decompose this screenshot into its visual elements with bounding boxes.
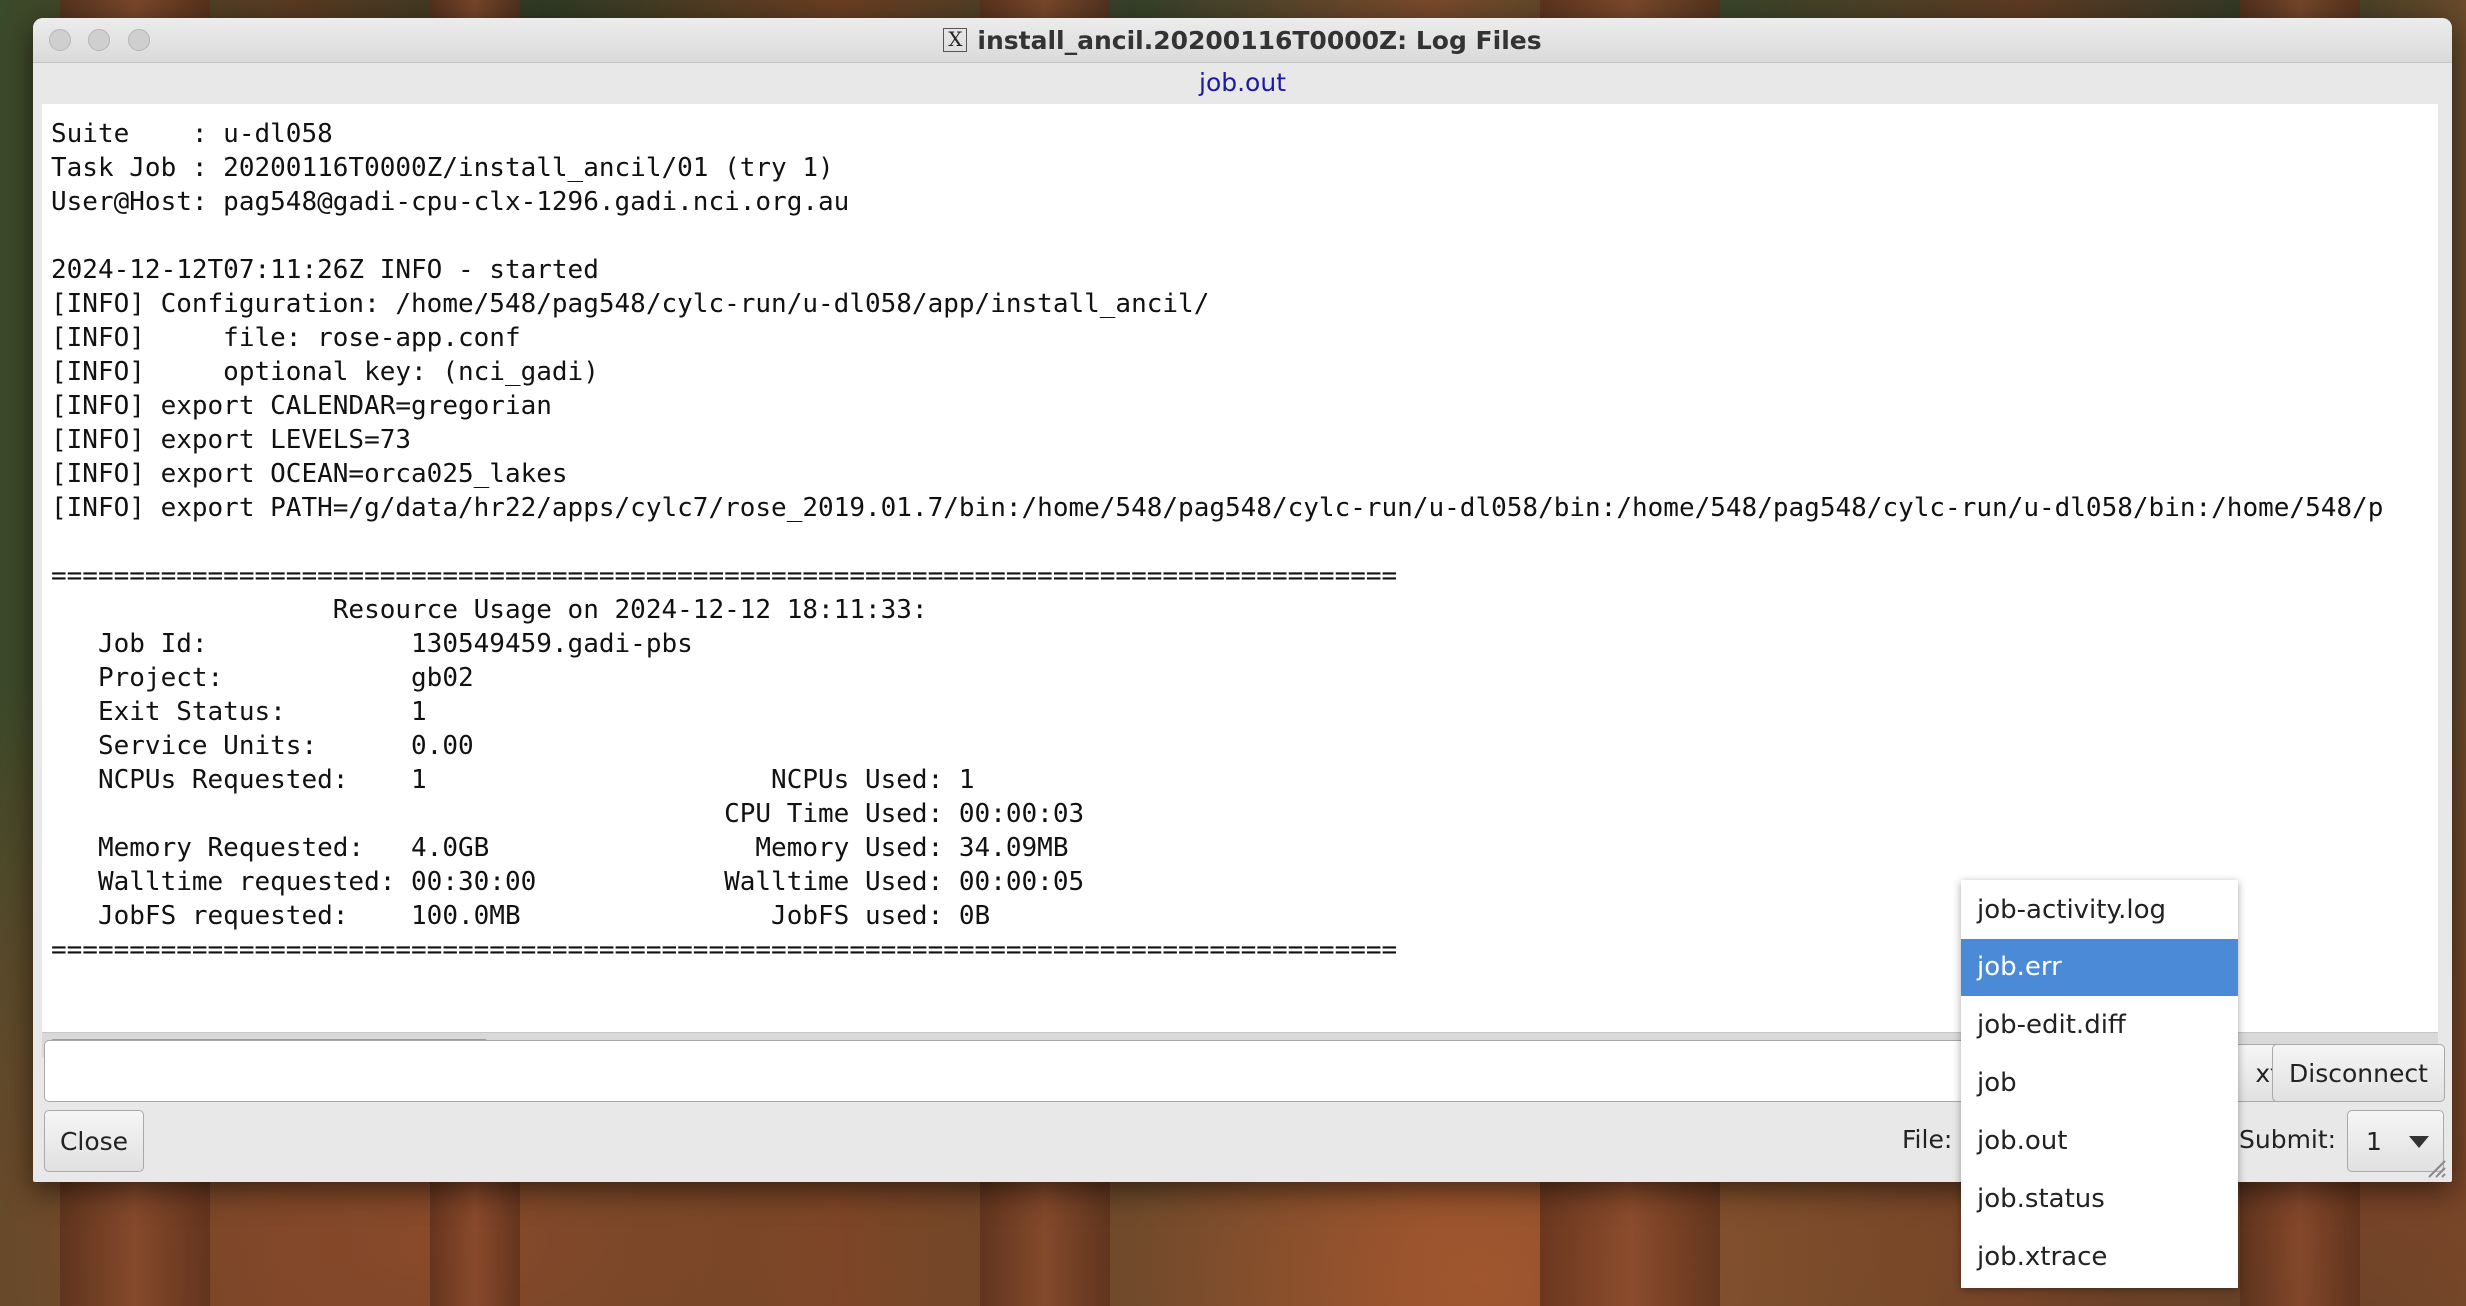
log-line: NCPUs Requested: 1 NCPUs Used: 1 [51, 765, 975, 795]
log-line: User@Host: pag548@gadi-cpu-clx-1296.gadi… [51, 187, 850, 217]
log-line: Walltime requested: 00:30:00 Walltime Us… [51, 867, 1085, 897]
log-line: [INFO] file: rose-app.conf [51, 323, 521, 353]
file-dropdown-menu[interactable]: job-activity.log job.err job-edit.diff j… [1961, 880, 2238, 1288]
title-bar[interactable]: X install_ancil.20200116T0000Z: Log File… [33, 18, 2452, 63]
log-line: Job Id: 130549459.gadi-pbs [51, 629, 693, 659]
menu-item-job-xtrace[interactable]: job.xtrace [1961, 1229, 2238, 1286]
log-line: [INFO] export OCEAN=orca025_lakes [51, 459, 568, 489]
menu-item-job[interactable]: job [1961, 1055, 2238, 1112]
menu-item-job-err[interactable]: job.err [1961, 939, 2238, 996]
menu-item-job-out[interactable]: job.out [1961, 1113, 2238, 1170]
log-separator: ========================================… [51, 561, 1398, 591]
log-line: 2024-12-12T07:11:26Z INFO - started [51, 255, 599, 285]
log-separator: ========================================… [51, 935, 1398, 965]
log-line: CPU Time Used: 00:00:03 [51, 799, 1085, 829]
log-file-name: job.out [1199, 68, 1286, 97]
x11-icon: X [943, 28, 968, 52]
menu-item-job-activity-log[interactable]: job-activity.log [1961, 882, 2238, 939]
log-line: [INFO] export CALENDAR=gregorian [51, 391, 552, 421]
log-line: [INFO] optional key: (nci_gadi) [51, 357, 599, 387]
log-line: Project: gb02 [51, 663, 474, 693]
menu-item-job-status[interactable]: job.status [1961, 1171, 2238, 1228]
menu-item-job-edit-diff[interactable]: job-edit.diff [1961, 997, 2238, 1054]
log-line: Suite : u-dl058 [51, 119, 333, 149]
log-line: [INFO] export LEVELS=73 [51, 425, 412, 455]
log-line: [INFO] Configuration: /home/548/pag548/c… [51, 289, 1210, 319]
disconnect-button[interactable]: Disconnect [2272, 1044, 2445, 1102]
resize-grip-icon[interactable] [2424, 1156, 2446, 1178]
log-line: Service Units: 0.00 [51, 731, 474, 761]
submit-label: Submit: [2239, 1125, 2337, 1154]
command-input[interactable] [44, 1040, 2021, 1102]
window-title: install_ancil.20200116T0000Z: Log Files [977, 25, 1542, 55]
log-line: Memory Requested: 4.0GB Memory Used: 34.… [51, 833, 1069, 863]
submit-number-value: 1 [2366, 1126, 2382, 1156]
chevron-down-icon [2409, 1136, 2429, 1148]
close-button[interactable]: Close [44, 1110, 144, 1172]
file-label: File: [1902, 1125, 1953, 1154]
log-line: Task Job : 20200116T0000Z/install_ancil/… [51, 153, 834, 183]
log-line: Resource Usage on 2024-12-12 18:11:33: [51, 595, 928, 625]
log-line: JobFS requested: 100.0MB JobFS used: 0B [51, 901, 991, 931]
log-line: Exit Status: 1 [51, 697, 427, 727]
log-line: [INFO] export PATH=/g/data/hr22/apps/cyl… [51, 493, 2384, 523]
